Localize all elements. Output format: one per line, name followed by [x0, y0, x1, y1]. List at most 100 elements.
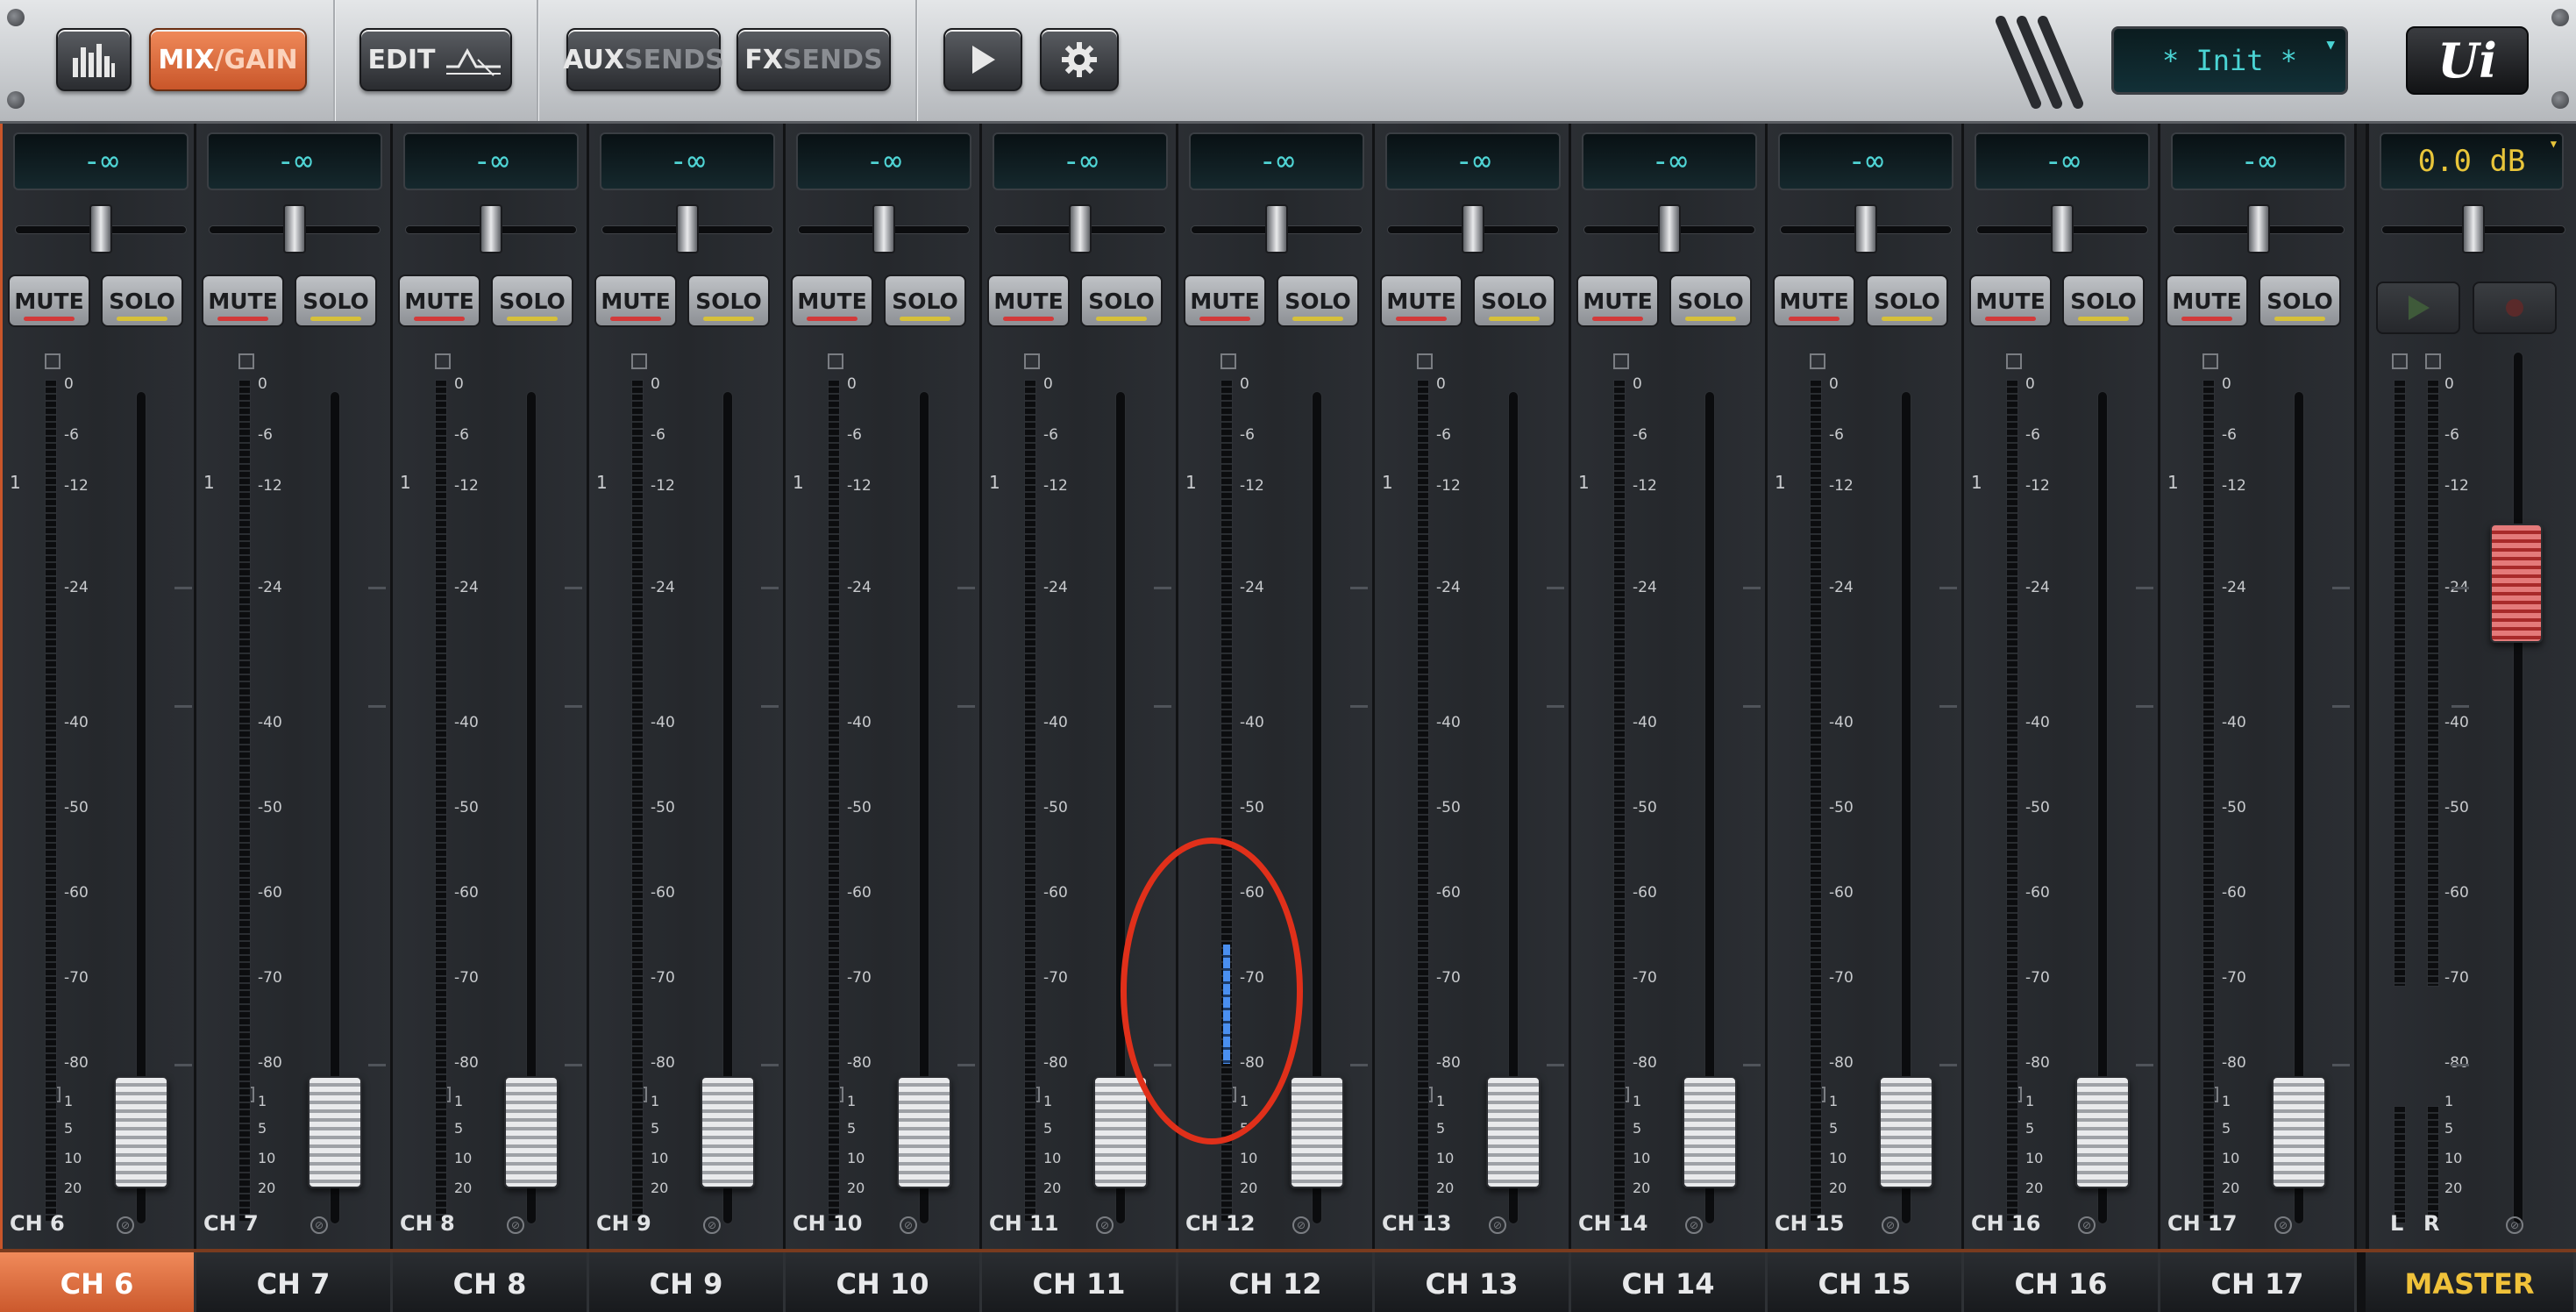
tab-channel[interactable]: CH 16 [1964, 1252, 2160, 1312]
master-record-button[interactable] [2473, 282, 2557, 334]
level-display[interactable]: -∞ [403, 132, 579, 190]
link-icon[interactable]: ⊘ [310, 1216, 328, 1234]
fader-cap[interactable] [701, 1076, 755, 1188]
fader-cap[interactable] [2272, 1076, 2326, 1188]
fader-cap[interactable] [114, 1076, 168, 1188]
tab-channel[interactable]: CH 13 [1375, 1252, 1571, 1312]
solo-button[interactable]: SOLO [1277, 275, 1359, 327]
settings-button[interactable] [1040, 28, 1119, 91]
tab-channel[interactable]: CH 9 [589, 1252, 786, 1312]
tab-channel[interactable]: CH 8 [393, 1252, 589, 1312]
link-icon[interactable]: ⊘ [1292, 1216, 1310, 1234]
level-display[interactable]: -∞ [600, 132, 775, 190]
master-fader-cap[interactable] [2490, 524, 2543, 643]
tab-master[interactable]: MASTER [2366, 1252, 2576, 1312]
level-display[interactable]: -∞ [1778, 132, 1953, 190]
link-icon[interactable]: ⊘ [2274, 1216, 2292, 1234]
solo-button[interactable]: SOLO [1473, 275, 1555, 327]
tab-channel[interactable]: CH 14 [1571, 1252, 1768, 1312]
fader-cap[interactable] [897, 1076, 951, 1188]
fader-cap[interactable] [2075, 1076, 2130, 1188]
solo-button[interactable]: SOLO [2062, 275, 2145, 327]
link-icon[interactable]: ⊘ [2078, 1216, 2096, 1234]
solo-button[interactable]: SOLO [1866, 275, 1948, 327]
tab-channel[interactable]: CH 6 [0, 1252, 196, 1312]
solo-button[interactable]: SOLO [1080, 275, 1163, 327]
mute-button[interactable]: MUTE [594, 275, 677, 327]
mute-button[interactable]: MUTE [1969, 275, 2052, 327]
pan-knob[interactable] [283, 204, 306, 253]
fader-cap[interactable] [1683, 1076, 1737, 1188]
solo-button[interactable]: SOLO [2259, 275, 2341, 327]
mute-button[interactable]: MUTE [791, 275, 873, 327]
tab-channel[interactable]: CH 7 [196, 1252, 393, 1312]
level-display[interactable]: -∞ [13, 132, 189, 190]
level-display[interactable]: -∞ [993, 132, 1168, 190]
fader-cap[interactable] [308, 1076, 362, 1188]
fader-cap[interactable] [1093, 1076, 1148, 1188]
solo-button[interactable]: SOLO [295, 275, 377, 327]
master-play-button[interactable] [2376, 282, 2460, 334]
fader-cap[interactable] [1879, 1076, 1933, 1188]
solo-button[interactable]: SOLO [687, 275, 770, 327]
solo-button[interactable]: SOLO [491, 275, 573, 327]
fader-cap[interactable] [1486, 1076, 1541, 1188]
level-display[interactable]: -∞ [1975, 132, 2150, 190]
mute-button[interactable]: MUTE [8, 275, 90, 327]
level-display[interactable]: -∞ [2171, 132, 2346, 190]
tab-channel[interactable]: CH 10 [786, 1252, 982, 1312]
pan-knob[interactable] [1854, 204, 1877, 253]
pan-knob[interactable] [89, 204, 112, 253]
level-display[interactable]: -∞ [1189, 132, 1364, 190]
pan-knob[interactable] [1069, 204, 1092, 253]
mute-button[interactable]: MUTE [1576, 275, 1659, 327]
link-icon[interactable]: ⊘ [1489, 1216, 1506, 1234]
master-pan-knob[interactable] [2462, 204, 2485, 253]
pan-knob[interactable] [1265, 204, 1288, 253]
level-display[interactable]: -∞ [207, 132, 382, 190]
meters-button[interactable] [56, 28, 132, 91]
solo-button[interactable]: SOLO [1669, 275, 1752, 327]
link-icon[interactable]: ⊘ [1882, 1216, 1899, 1234]
mute-button[interactable]: MUTE [1184, 275, 1266, 327]
link-icon[interactable]: ⊘ [1685, 1216, 1703, 1234]
master-level-display[interactable]: 0.0 dB ▼ [2380, 132, 2564, 190]
level-display[interactable]: -∞ [1582, 132, 1757, 190]
pan-knob[interactable] [1658, 204, 1681, 253]
link-icon[interactable]: ⊘ [703, 1216, 721, 1234]
edit-button[interactable]: EDIT [359, 28, 512, 91]
mute-button[interactable]: MUTE [398, 275, 480, 327]
level-display[interactable]: -∞ [796, 132, 971, 190]
tab-channel[interactable]: CH 17 [2160, 1252, 2357, 1312]
mute-button[interactable]: MUTE [2166, 275, 2248, 327]
ui-logo-button[interactable]: Ui [2406, 26, 2529, 95]
fader-cap[interactable] [504, 1076, 559, 1188]
pan-knob[interactable] [872, 204, 895, 253]
fader-cap[interactable] [1290, 1076, 1344, 1188]
pan-knob[interactable] [480, 204, 502, 253]
pan-knob[interactable] [1462, 204, 1484, 253]
link-icon[interactable]: ⊘ [507, 1216, 524, 1234]
aux-sends-button[interactable]: AUX SENDS [563, 28, 724, 91]
mute-button[interactable]: MUTE [987, 275, 1070, 327]
play-button[interactable] [943, 28, 1022, 91]
link-icon[interactable]: ⊘ [2506, 1216, 2523, 1234]
tab-channel[interactable]: CH 15 [1768, 1252, 1964, 1312]
pan-knob[interactable] [676, 204, 699, 253]
link-icon[interactable]: ⊘ [1096, 1216, 1114, 1234]
mute-button[interactable]: MUTE [202, 275, 284, 327]
level-display[interactable]: -∞ [1385, 132, 1561, 190]
mute-button[interactable]: MUTE [1380, 275, 1462, 327]
link-icon[interactable]: ⊘ [900, 1216, 917, 1234]
tab-channel[interactable]: CH 12 [1178, 1252, 1375, 1312]
solo-button[interactable]: SOLO [101, 275, 183, 327]
mute-button[interactable]: MUTE [1773, 275, 1855, 327]
preset-selector[interactable]: * Init * ▼ [2111, 26, 2348, 95]
fx-sends-button[interactable]: FX SENDS [737, 28, 891, 91]
solo-button[interactable]: SOLO [884, 275, 966, 327]
pan-knob[interactable] [2051, 204, 2074, 253]
pan-knob[interactable] [2247, 204, 2270, 253]
mix-gain-button[interactable]: MIX/GAIN [149, 28, 307, 91]
tab-channel[interactable]: CH 11 [982, 1252, 1178, 1312]
master-fader-track[interactable] [2513, 352, 2523, 1224]
